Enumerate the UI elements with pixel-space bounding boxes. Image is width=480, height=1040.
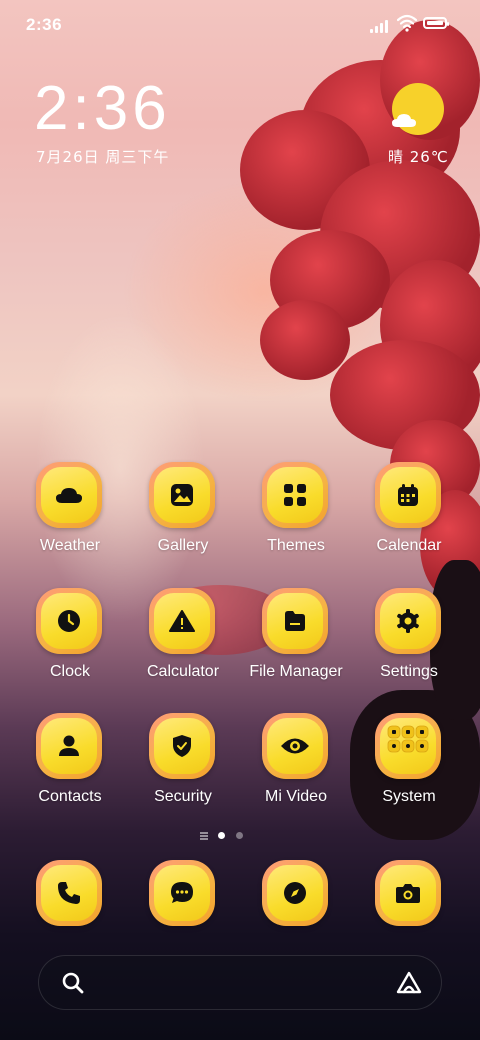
calendar-icon [398,484,418,506]
cloud-icon [56,488,82,503]
folder-icon [285,611,305,631]
grid-icon [284,484,306,506]
app-gallery[interactable]: Gallery [127,462,239,572]
wifi-icon [397,14,417,32]
gear-icon [397,609,419,633]
app-label: Contacts [38,788,102,805]
app-system-folder[interactable]: System [353,713,465,823]
app-label: File Manager [249,663,343,680]
person-icon [59,735,79,756]
search-icon[interactable] [61,971,85,995]
app-label: Calendar [376,537,442,554]
app-themes[interactable]: Themes [240,462,352,572]
phone-icon [58,882,80,904]
camera-icon [396,884,420,903]
status-time: 2:36 [26,15,63,34]
page-dot [236,832,243,839]
app-contacts[interactable]: Contacts [14,713,126,823]
app-security[interactable]: Security [127,713,239,823]
page-dot-active [218,832,225,839]
app-label: Calculator [146,663,220,680]
app-label: Clock [49,663,90,680]
chat-icon [171,882,193,903]
app-calculator[interactable]: Calculator [127,588,239,698]
app-label: Settings [380,663,438,680]
app-settings[interactable]: Settings [353,588,465,698]
compass-icon [284,882,306,904]
battery-icon [423,17,449,29]
clock-icon [58,610,80,632]
app-label: Security [154,788,212,805]
dock-camera[interactable] [353,860,465,970]
app-label: Weather [39,537,101,554]
eye-icon [281,738,309,754]
app-label: Themes [267,537,325,554]
app-weather[interactable]: Weather [14,462,126,572]
search-bar[interactable] [38,955,442,1010]
feed-lines-icon [200,832,208,840]
clock-widget-time[interactable]: 2:36 [34,78,171,140]
signal-icon [370,19,392,33]
dock-phone[interactable] [14,860,126,970]
app-calendar[interactable]: Calendar [353,462,465,572]
cloud-icon [392,114,416,127]
warning-icon [169,610,195,632]
app-label: System [382,788,436,805]
shield-check-icon [173,735,191,757]
app-file-manager[interactable]: File Manager [240,588,352,698]
folder-grid-icon [387,725,429,753]
app-clock[interactable]: Clock [14,588,126,698]
app-label: Gallery [157,537,209,554]
app-label: Mi Video [265,788,327,805]
clock-widget-date[interactable]: 7月26日 周三下午 [36,146,169,167]
assistant-icon[interactable] [395,970,423,996]
dock-messages[interactable] [127,860,239,970]
status-bar: 2:36 [0,0,480,50]
dock-browser[interactable] [240,860,352,970]
page-indicator[interactable] [0,829,480,843]
image-icon [171,484,193,506]
weather-text[interactable]: 晴 26℃ [388,146,449,167]
app-mi-video[interactable]: Mi Video [240,713,352,823]
